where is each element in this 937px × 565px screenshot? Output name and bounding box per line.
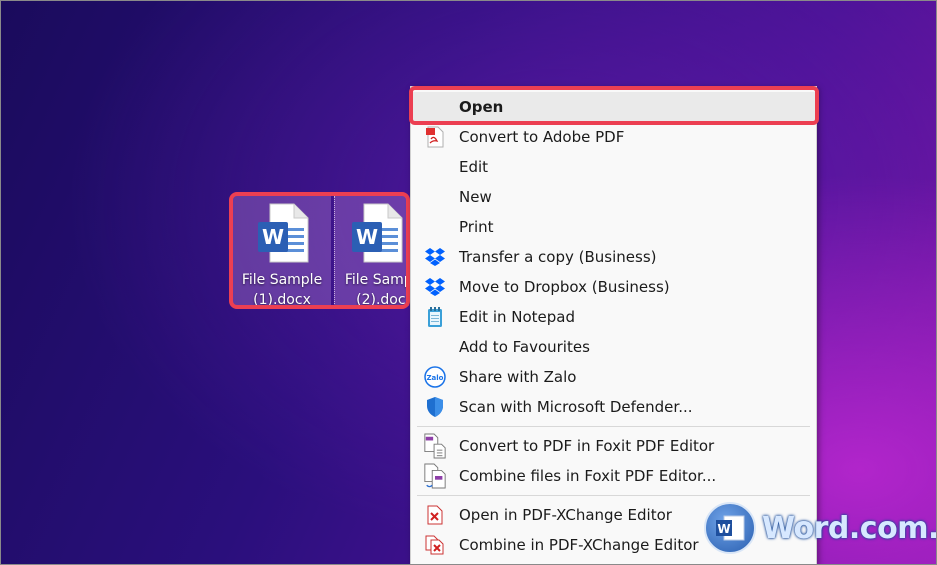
svg-text:W: W: [717, 522, 730, 536]
menu-item-edit-in-notepad[interactable]: Edit in Notepad: [411, 302, 816, 332]
menu-item-label: Scan with Microsoft Defender...: [459, 398, 693, 416]
dropbox-icon: [423, 245, 447, 269]
menu-item-convert-adobe-pdf[interactable]: Convert to Adobe PDF: [411, 122, 816, 152]
menu-item-label: Convert to PDF in Foxit PDF Editor: [459, 437, 715, 455]
defender-shield-icon: [423, 395, 447, 419]
adobe-pdf-icon: [423, 125, 447, 149]
word-badge-icon: W: [704, 502, 756, 554]
menu-item-new[interactable]: New: [411, 182, 816, 212]
menu-item-label: Print: [459, 218, 494, 236]
menu-separator: [417, 495, 810, 496]
menu-item-foxit-combine[interactable]: Combine files in Foxit PDF Editor...: [411, 461, 816, 491]
menu-item-foxit-convert[interactable]: Convert to PDF in Foxit PDF Editor: [411, 431, 816, 461]
foxit-convert-icon: [423, 433, 447, 459]
context-menu: Open Convert to Adobe PDF Edit New Print…: [410, 86, 817, 565]
menu-item-label: New: [459, 188, 492, 206]
menu-item-label: Share with Zalo: [459, 368, 577, 386]
notepad-icon: [423, 305, 447, 329]
menu-item-label: Edit: [459, 158, 489, 176]
menu-item-label: Combine in PDF-XChange Editor: [459, 536, 699, 554]
menu-item-add-to-favourites[interactable]: Add to Favourites: [411, 332, 816, 362]
menu-item-label: Open: [459, 98, 504, 116]
menu-item-label: Combine files in Foxit PDF Editor...: [459, 467, 717, 485]
pdf-xchange-combine-icon: [423, 533, 447, 557]
menu-item-scan-defender[interactable]: Scan with Microsoft Defender...: [411, 392, 816, 422]
foxit-combine-icon: [423, 463, 447, 489]
menu-separator: [417, 426, 810, 427]
watermark-text: Word.com.vn: [762, 510, 937, 546]
file-selection-highlight: [229, 192, 410, 309]
pdf-xchange-icon: [423, 503, 447, 527]
menu-item-edit[interactable]: Edit: [411, 152, 816, 182]
menu-item-share-with-zalo[interactable]: Zalo Share with Zalo: [411, 362, 816, 392]
menu-item-label: Add to Favourites: [459, 338, 590, 356]
menu-item-label: Convert to Adobe PDF: [459, 128, 625, 146]
svg-text:Zalo: Zalo: [426, 374, 443, 382]
menu-item-label: Move to Dropbox (Business): [459, 278, 670, 296]
menu-item-label: Transfer a copy (Business): [459, 248, 657, 266]
watermark-logo: W Word.com.vn: [704, 502, 937, 554]
menu-item-open[interactable]: Open: [411, 92, 816, 122]
menu-item-label: Open in PDF-XChange Editor: [459, 506, 672, 524]
menu-item-transfer-copy[interactable]: Transfer a copy (Business): [411, 242, 816, 272]
zalo-icon: Zalo: [423, 365, 447, 389]
dropbox-icon: [423, 275, 447, 299]
menu-item-print[interactable]: Print: [411, 212, 816, 242]
menu-item-label: Edit in Notepad: [459, 308, 576, 326]
menu-item-move-to-dropbox[interactable]: Move to Dropbox (Business): [411, 272, 816, 302]
